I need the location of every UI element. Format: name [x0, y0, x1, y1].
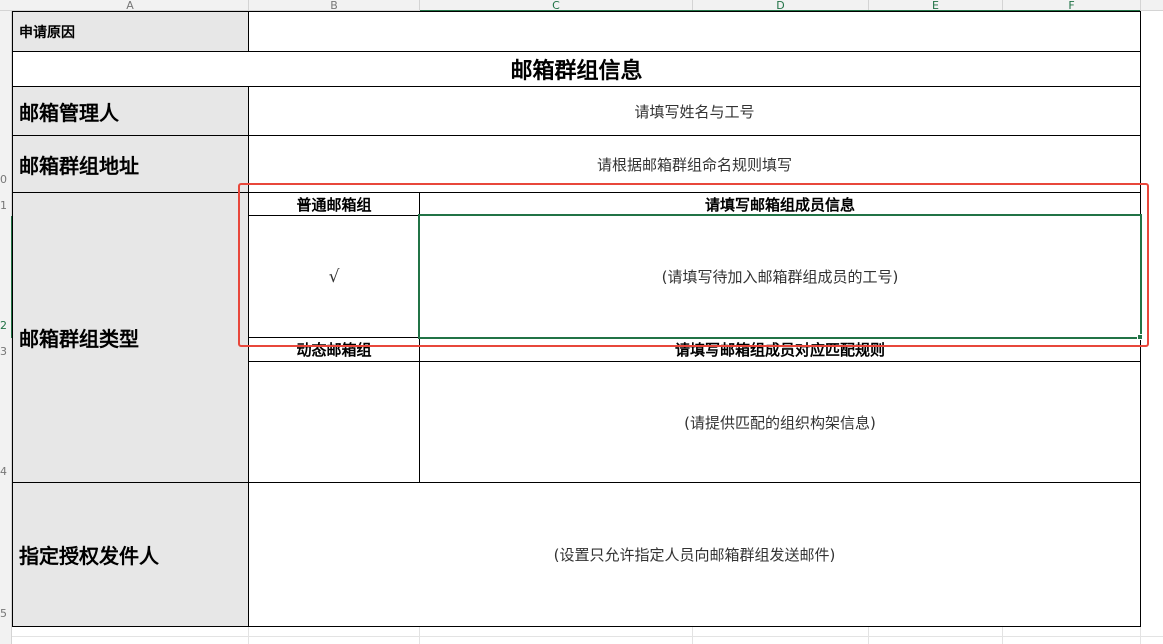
dynamic-rules-input-cell[interactable]: (请提供匹配的组织构架信息)	[420, 362, 1140, 482]
reason-input-cell[interactable]	[249, 12, 1140, 51]
sender-input-cell[interactable]: (设置只允许指定人员向邮箱群组发送邮件)	[249, 483, 1140, 626]
reason-label: 申请原因	[19, 24, 75, 41]
manager-label: 邮箱管理人	[19, 100, 119, 125]
row-header-5[interactable]: 5	[0, 608, 12, 620]
row-header-0[interactable]: 0	[0, 174, 12, 186]
type-label: 邮箱群组类型	[19, 327, 139, 351]
row-header-3[interactable]: 3	[0, 346, 12, 358]
column-header-b[interactable]: B	[249, 0, 419, 11]
sheet-title: 邮箱群组信息	[510, 59, 643, 84]
column-header-bar: A B C D E F	[0, 0, 1163, 12]
dynamic-group-input-cell[interactable]	[249, 362, 419, 482]
highlight-annotation	[238, 183, 1149, 347]
manager-input-cell[interactable]: 请填写姓名与工号	[249, 87, 1140, 135]
address-label: 邮箱群组地址	[19, 153, 139, 178]
row-header-1[interactable]: 1	[0, 200, 12, 212]
row-header-4[interactable]: 4	[0, 466, 12, 478]
sender-label: 指定授权发件人	[19, 544, 159, 568]
column-header-a[interactable]: A	[12, 0, 248, 11]
row-header-bar: 0 1 2 3 4 5	[0, 11, 13, 644]
